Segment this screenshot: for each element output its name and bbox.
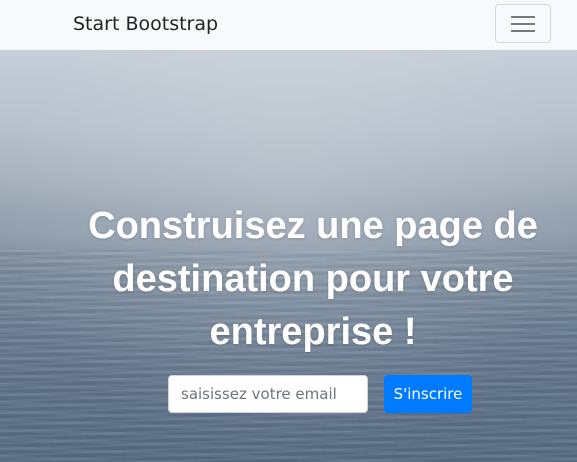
navbar-brand[interactable]: Start Bootstrap (73, 12, 218, 36)
hero-section: Construisez une page de destination pour… (0, 50, 577, 462)
email-input[interactable] (168, 375, 368, 413)
navbar-toggler-button[interactable] (495, 4, 551, 43)
navbar: Start Bootstrap (0, 0, 577, 50)
hamburger-menu-icon (511, 16, 535, 33)
signup-button[interactable]: S'inscrire (384, 375, 472, 413)
hero-heading: Construisez une page de destination pour… (88, 205, 538, 353)
